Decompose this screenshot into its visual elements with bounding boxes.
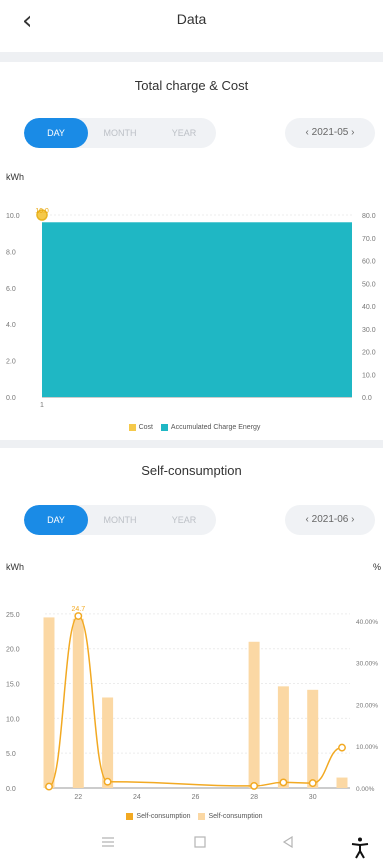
period-selector-self: DAY MONTH YEAR bbox=[24, 505, 216, 535]
tab-day[interactable]: DAY bbox=[24, 118, 88, 148]
bar bbox=[72, 618, 84, 788]
y2-tick-label: 10.00% bbox=[356, 744, 378, 751]
x-tick-label: 28 bbox=[250, 794, 258, 801]
charge-chart: 0.0 2.0 4.0 6.0 8.0 10.0 0.0 10.0 20.0 30.0 40.0 50… bbox=[6, 208, 376, 409]
legend-label-self-bar: Self-consumption bbox=[136, 813, 191, 820]
line-point bbox=[308, 779, 317, 788]
unit-label-kwh: kWh bbox=[6, 172, 24, 182]
section-title-self: Self-consumption bbox=[141, 463, 242, 478]
bar bbox=[248, 641, 260, 788]
y-tick-label: 8.0 bbox=[6, 249, 16, 256]
tab-year[interactable]: YEAR bbox=[152, 118, 216, 148]
line-point bbox=[338, 743, 346, 752]
line-point bbox=[103, 777, 112, 786]
bar bbox=[43, 617, 55, 788]
self-consumption-chart: 0.0 5.0 10.0 15.0 20.0 25.0 0.00% 10.00% 20.00% 3… bbox=[6, 606, 378, 801]
y-tick-label: 4.0 bbox=[6, 322, 16, 329]
legend-self: Self-consumption Self-consumption bbox=[0, 813, 383, 820]
page-title: Data bbox=[176, 11, 207, 27]
x-tick-label: 24 bbox=[133, 794, 141, 801]
y2-tick-label: 80.0 bbox=[362, 213, 376, 220]
y-tick-label: 2.0 bbox=[6, 359, 16, 366]
y-tick-label: 25.0 bbox=[6, 612, 20, 619]
period-selector-charge: DAY MONTH YEAR bbox=[24, 118, 216, 148]
x-tick-label: 1 bbox=[40, 402, 44, 409]
tab-day[interactable]: DAY bbox=[24, 505, 88, 535]
header: ‹ Data bbox=[0, 0, 383, 46]
tab-month[interactable]: MONTH bbox=[88, 118, 152, 148]
y2-tick-label: 40.00% bbox=[356, 619, 378, 626]
divider bbox=[0, 440, 383, 448]
line-series bbox=[48, 615, 343, 788]
divider bbox=[0, 52, 383, 62]
tab-month[interactable]: MONTH bbox=[88, 505, 152, 535]
x-tick-label: 26 bbox=[192, 794, 200, 801]
y2-tick-label: 10.0 bbox=[362, 372, 376, 379]
y2-tick-label: 20.00% bbox=[356, 702, 378, 709]
legend-swatch-self-line bbox=[198, 813, 206, 820]
bar bbox=[102, 697, 114, 788]
legend-charge: Cost Accumulated Charge Energy bbox=[0, 424, 383, 431]
y-tick-label: 10.0 bbox=[6, 213, 20, 220]
y-tick-label: 0.0 bbox=[6, 786, 16, 793]
back-triangle-icon[interactable] bbox=[268, 826, 308, 861]
square-icon[interactable] bbox=[180, 826, 220, 861]
y-tick-label: 20.0 bbox=[6, 647, 20, 654]
bar bbox=[336, 777, 348, 788]
y2-tick-label: 50.0 bbox=[362, 281, 376, 288]
legend-swatch-cost bbox=[128, 424, 136, 431]
y2-tick-label: 0.00% bbox=[356, 786, 375, 793]
line-point bbox=[250, 781, 259, 790]
legend-label-self-line: Self-consumption bbox=[208, 813, 263, 820]
date-picker-charge[interactable]: ‹ 2021-05 › bbox=[285, 118, 375, 148]
date-picker-self[interactable]: ‹ 2021-06 › bbox=[285, 505, 375, 535]
y2-tick-label: 70.0 bbox=[362, 236, 376, 243]
legend-swatch-energy bbox=[160, 424, 168, 431]
y2-tick-label: 30.0 bbox=[362, 327, 376, 334]
y2-tick-label: 0.0 bbox=[362, 395, 372, 402]
x-tick-label: 30 bbox=[309, 794, 317, 801]
y-tick-label: 5.0 bbox=[6, 751, 16, 758]
bar bbox=[307, 689, 319, 788]
menu-icon[interactable] bbox=[88, 826, 128, 861]
x-tick-label: 22 bbox=[74, 794, 82, 801]
line-point bbox=[279, 778, 288, 787]
tab-year[interactable]: YEAR bbox=[152, 505, 216, 535]
y2-tick-label: 30.00% bbox=[356, 661, 378, 668]
line-point bbox=[74, 612, 83, 620]
line-point bbox=[45, 782, 53, 791]
bar bbox=[277, 686, 289, 788]
y2-tick-label: 40.0 bbox=[362, 304, 376, 311]
y2-tick-label: 60.0 bbox=[362, 259, 376, 266]
y2-tick-label: 20.0 bbox=[362, 350, 376, 357]
unit-label-kwh: kWh bbox=[6, 562, 24, 572]
accessibility-icon[interactable] bbox=[348, 836, 372, 860]
bar bbox=[42, 222, 352, 397]
y-tick-label: 15.0 bbox=[6, 682, 20, 689]
y-tick-label: 0.0 bbox=[6, 395, 16, 402]
y-tick-label: 10.0 bbox=[6, 716, 20, 723]
legend-swatch-self-bar bbox=[126, 813, 134, 820]
unit-label-percent: % bbox=[373, 562, 382, 572]
legend-label-cost: Cost bbox=[138, 424, 153, 431]
system-nav-bar bbox=[0, 826, 383, 861]
section-title-charge: Total charge & Cost bbox=[134, 78, 249, 93]
y-tick-label: 6.0 bbox=[6, 286, 16, 293]
data-label: 24.7 bbox=[71, 606, 85, 613]
data-label: 10.0 bbox=[35, 208, 49, 215]
legend-label-energy: Accumulated Charge Energy bbox=[170, 424, 261, 431]
